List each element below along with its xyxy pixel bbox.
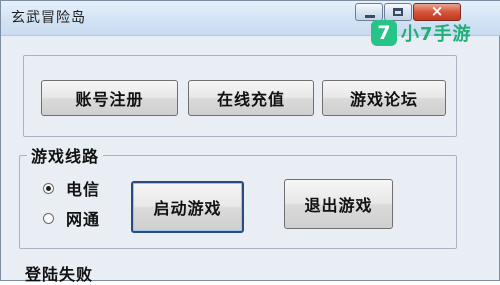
start-game-button[interactable]: 启动游戏	[131, 181, 244, 233]
route-group-legend: 游戏线路	[27, 143, 104, 167]
watermark-text: 小7手游	[401, 24, 472, 45]
watermark-badge: 7	[371, 20, 397, 46]
game-forum-button[interactable]: 游戏论坛	[322, 80, 446, 116]
online-recharge-button[interactable]: 在线充值	[188, 80, 314, 116]
radio-button[interactable]	[43, 212, 54, 224]
watermark-logo: 7 小7手游	[371, 17, 472, 49]
route-option-telecom[interactable]: 电信	[43, 176, 100, 200]
route-option-label: 网通	[66, 210, 101, 229]
radio-button-checked[interactable]	[43, 182, 54, 194]
window-title: 玄武冒险岛	[11, 10, 86, 26]
register-account-button[interactable]: 账号注册	[41, 80, 178, 116]
maximize-icon	[393, 8, 403, 16]
app-window: 玄武冒险岛 × 7 小7手游 账号注册 在线充值 游戏论坛 游戏线路 电信 网通…	[0, 0, 500, 284]
route-option-label: 电信	[66, 180, 101, 199]
quit-game-button[interactable]: 退出游戏	[284, 179, 393, 229]
status-message: 登陆失败	[25, 265, 94, 284]
route-option-netcom[interactable]: 网通	[43, 206, 100, 230]
